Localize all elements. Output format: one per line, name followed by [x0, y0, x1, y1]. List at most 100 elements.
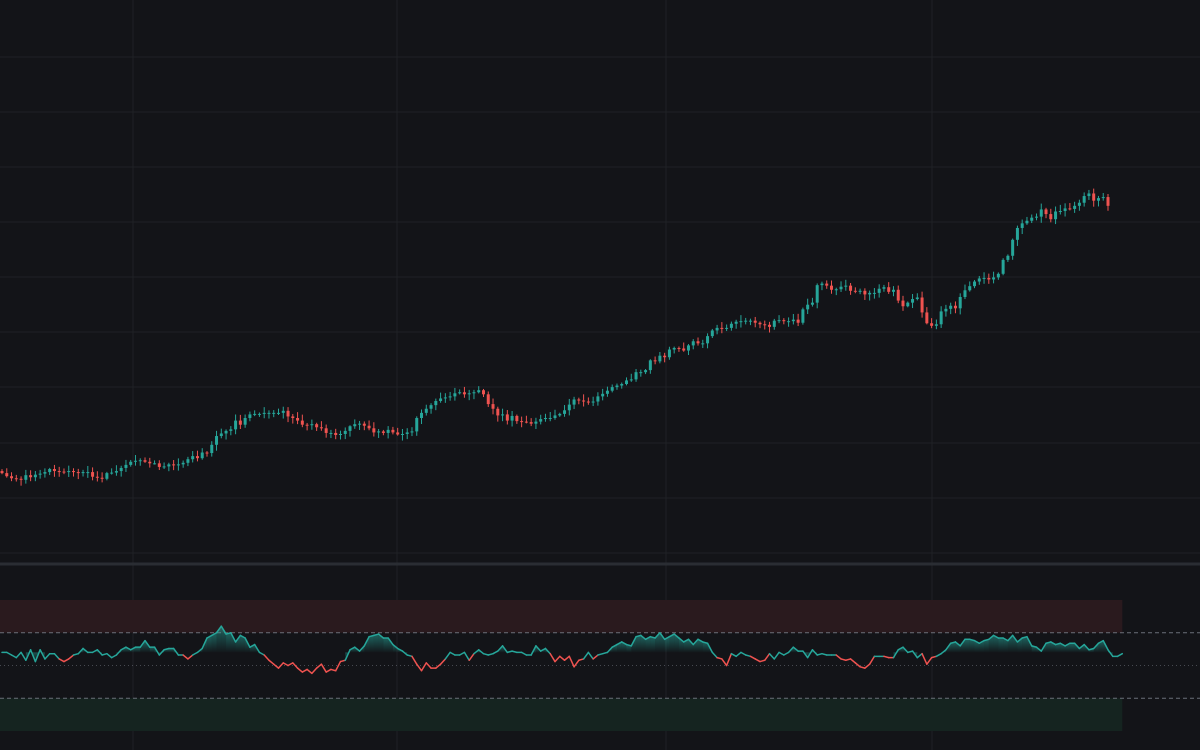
candle-body [820, 283, 824, 286]
candle [81, 469, 85, 477]
oscillator-line-segment [191, 651, 199, 656]
candle [915, 293, 919, 301]
candle [138, 458, 142, 466]
candle [539, 414, 543, 425]
candle-body [505, 414, 509, 421]
candle [472, 389, 476, 400]
candle [491, 398, 495, 415]
candle [911, 293, 915, 309]
candle [243, 414, 247, 428]
oscillator-line-segment [263, 654, 270, 662]
price-pane [0, 188, 1110, 486]
oscillator-line-segment [67, 654, 75, 660]
candle-body [157, 463, 161, 467]
candle [868, 290, 872, 301]
candle [172, 460, 176, 471]
candle [1049, 208, 1053, 223]
oscillator-line-segment [926, 656, 933, 665]
candle-body [1020, 223, 1024, 228]
candle-body [172, 464, 176, 466]
candle-body [153, 463, 157, 465]
candle-body [949, 305, 953, 309]
candle-body [648, 360, 652, 371]
oscillator-fill-up [636, 635, 641, 653]
candle [305, 422, 309, 431]
oscillator-line-segment [592, 654, 599, 660]
oscillator-line-segment [411, 655, 418, 665]
candle [696, 337, 700, 346]
candle [110, 468, 114, 475]
candle-body [877, 288, 881, 293]
oscillator-line-segment [864, 663, 871, 669]
candle [605, 386, 609, 397]
candle-body [219, 433, 223, 437]
candle [853, 287, 857, 294]
candle-body [1049, 214, 1053, 220]
candle [410, 427, 414, 437]
candle [1015, 225, 1019, 246]
candle-body [496, 408, 500, 416]
candle-body [1087, 193, 1091, 197]
candle-body [52, 468, 56, 472]
candle [400, 429, 404, 441]
oscillator-line-segment [773, 651, 780, 660]
candle-body [224, 430, 228, 434]
candle [567, 398, 571, 416]
candle-body [810, 302, 814, 305]
candle [629, 373, 633, 382]
oscillator-line-segment [110, 654, 118, 659]
candle-body [872, 292, 876, 294]
candle-body [982, 277, 986, 279]
candle-body [400, 433, 404, 435]
candle-body [925, 312, 929, 324]
oscillator-line-segment [53, 652, 60, 660]
candle-body [95, 476, 99, 478]
oscillator-line-segment [320, 663, 327, 673]
candle-body [968, 286, 972, 291]
candle-body [563, 410, 567, 414]
candle [987, 273, 991, 284]
candle-body [1030, 217, 1034, 221]
oscillator-line-segment [420, 662, 428, 672]
candle-body [181, 462, 185, 465]
candle [596, 392, 600, 406]
candle-body [200, 452, 204, 459]
candle-body [830, 285, 833, 290]
oscillator-line-segment [301, 668, 308, 673]
candle-body [272, 412, 276, 414]
candle-body [973, 281, 977, 287]
candle-body [701, 343, 705, 345]
candle-body [1077, 202, 1081, 206]
oscillator-line-segment [106, 652, 113, 659]
candle [319, 421, 323, 431]
candle [362, 421, 366, 431]
candle [1092, 188, 1096, 207]
candle-body [248, 414, 252, 419]
chart-root [0, 0, 1200, 750]
candle-body [706, 336, 710, 344]
candle [148, 457, 152, 468]
candle [443, 393, 447, 403]
candle-body [472, 392, 476, 394]
candle [834, 287, 838, 296]
candle [420, 409, 424, 425]
oscillator-line-segment [563, 655, 571, 662]
candle [758, 321, 762, 329]
candle [744, 317, 748, 325]
candle-body [86, 472, 90, 474]
candle [682, 342, 686, 352]
candle-body [634, 372, 638, 380]
candle-body [930, 323, 934, 326]
candle [1101, 192, 1105, 201]
candle-body [38, 473, 42, 475]
candle [753, 316, 757, 328]
candle-body [691, 341, 695, 346]
candle-body [262, 412, 266, 414]
oscillator-line-segment [849, 658, 857, 664]
candle-body [453, 393, 457, 397]
candle-body [763, 324, 767, 326]
candle [348, 425, 352, 437]
candle [949, 302, 953, 315]
candle-body [186, 459, 190, 463]
candle-body [1039, 209, 1043, 217]
